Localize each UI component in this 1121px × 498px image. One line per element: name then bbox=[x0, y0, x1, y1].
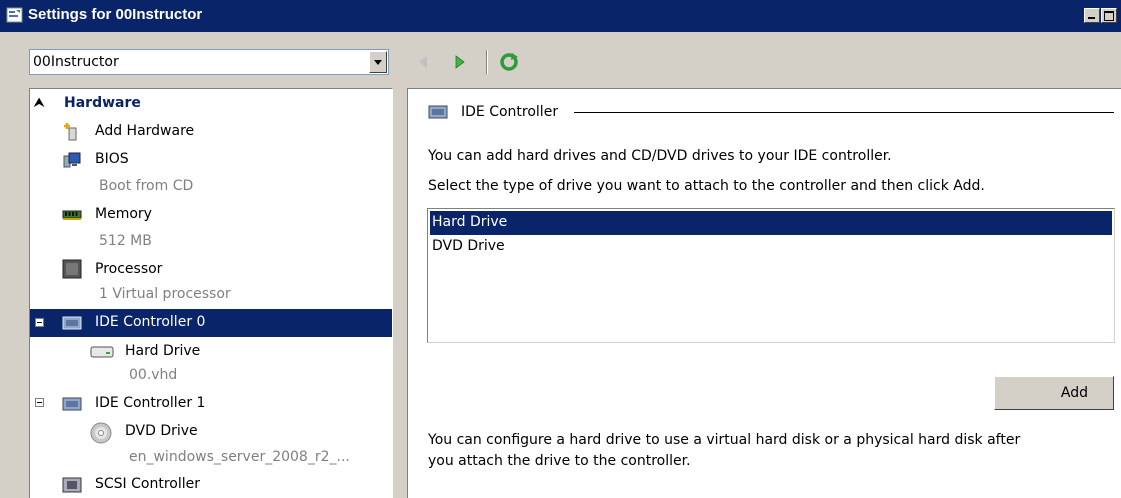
tree-item-label: Add Hardware bbox=[95, 123, 195, 139]
tree-item-label: Processor bbox=[95, 261, 163, 277]
footer-text-line-2: you attach the drive to the controller. bbox=[428, 453, 691, 469]
section-title: IDE Controller bbox=[461, 104, 559, 120]
collapse-toggle-icon[interactable] bbox=[35, 398, 44, 407]
processor-icon bbox=[62, 259, 82, 279]
chevron-down-icon[interactable] bbox=[369, 51, 387, 73]
memory-icon bbox=[62, 210, 82, 220]
collapse-toggle-icon[interactable] bbox=[35, 318, 44, 327]
hardware-header: Hardware bbox=[64, 95, 141, 111]
tree-item-ide-controller-0[interactable]: IDE Controller 0 bbox=[30, 309, 392, 337]
forward-arrow-icon[interactable] bbox=[451, 52, 469, 72]
tree-item-label: SCSI Controller bbox=[95, 476, 200, 492]
tree-item-label: Hard Drive bbox=[125, 343, 201, 359]
intro-text: You can add hard drives and CD/DVD drive… bbox=[428, 148, 892, 164]
tree-header-hardware[interactable]: ⮝ Hardware bbox=[30, 91, 392, 117]
bios-icon bbox=[63, 152, 81, 168]
tree-item-dvd-drive[interactable]: DVD Drive bbox=[30, 419, 392, 445]
back-arrow-icon[interactable] bbox=[414, 52, 432, 72]
list-item-label: Hard Drive bbox=[432, 214, 508, 230]
tree-item-label: IDE Controller 1 bbox=[95, 395, 206, 411]
tree-item-subtext: 1 Virtual processor bbox=[99, 286, 231, 302]
footer-text-line-1: You can configure a hard drive to use a … bbox=[428, 432, 1021, 448]
maximize-button[interactable] bbox=[1101, 8, 1117, 23]
settings-icon bbox=[6, 7, 23, 23]
collapse-chevron-icon[interactable]: ⮝ bbox=[34, 95, 44, 110]
title-bar[interactable]: Settings for 00Instructor bbox=[0, 0, 1121, 32]
vm-selector-dropdown[interactable]: 00Instructor bbox=[29, 49, 389, 75]
list-item-dvd-drive[interactable]: DVD Drive bbox=[430, 235, 1112, 259]
toolbar-separator bbox=[486, 50, 488, 74]
add-button-label: Add bbox=[1060, 385, 1088, 401]
instruction-text: Select the type of drive you want to att… bbox=[428, 178, 985, 194]
tree-item-subtext: 00.vhd bbox=[129, 367, 178, 383]
tree-item-ide-controller-1[interactable]: IDE Controller 1 bbox=[30, 391, 392, 417]
list-item-label: DVD Drive bbox=[432, 238, 505, 254]
tree-item-label: IDE Controller 0 bbox=[95, 314, 206, 330]
section-divider bbox=[574, 112, 1114, 113]
tree-item-label: Memory bbox=[95, 206, 152, 222]
ide-controller-icon bbox=[62, 397, 82, 411]
details-pane: IDE Controller You can add hard drives a… bbox=[407, 88, 1121, 498]
scsi-controller-icon bbox=[62, 477, 82, 493]
drive-type-list[interactable]: Hard Drive DVD Drive bbox=[427, 208, 1115, 343]
tree-item-bios[interactable]: BIOS bbox=[30, 147, 392, 173]
hardware-tree[interactable]: ⮝ Hardware Add Hardware BIOS Boot from C… bbox=[29, 88, 393, 498]
tree-item-label: BIOS bbox=[95, 151, 129, 167]
tree-item-add-hardware[interactable]: Add Hardware bbox=[30, 119, 392, 145]
add-hardware-icon bbox=[64, 123, 77, 141]
list-item-hard-drive[interactable]: Hard Drive bbox=[430, 211, 1112, 235]
window-title: Settings for 00Instructor bbox=[28, 6, 203, 23]
vm-selector-value: 00Instructor bbox=[33, 54, 119, 70]
tree-item-subtext: 512 MB bbox=[99, 233, 152, 249]
tree-item-subtext: Boot from CD bbox=[99, 178, 194, 194]
tree-item-scsi-controller[interactable]: SCSI Controller bbox=[30, 472, 392, 498]
dvd-disc-icon bbox=[90, 422, 112, 444]
tree-item-memory[interactable]: Memory bbox=[30, 202, 392, 228]
ide-controller-icon bbox=[62, 316, 82, 330]
tree-item-processor[interactable]: Processor bbox=[30, 257, 392, 283]
tree-item-subtext: en_windows_server_2008_r2_... bbox=[129, 449, 350, 465]
add-button[interactable]: Add bbox=[994, 376, 1114, 410]
tree-item-hard-drive[interactable]: Hard Drive bbox=[30, 339, 392, 365]
refresh-icon[interactable] bbox=[498, 51, 520, 73]
hard-drive-icon bbox=[90, 346, 114, 358]
tree-item-label: DVD Drive bbox=[125, 423, 198, 439]
minimize-button[interactable] bbox=[1084, 8, 1100, 23]
ide-controller-icon bbox=[428, 105, 448, 119]
